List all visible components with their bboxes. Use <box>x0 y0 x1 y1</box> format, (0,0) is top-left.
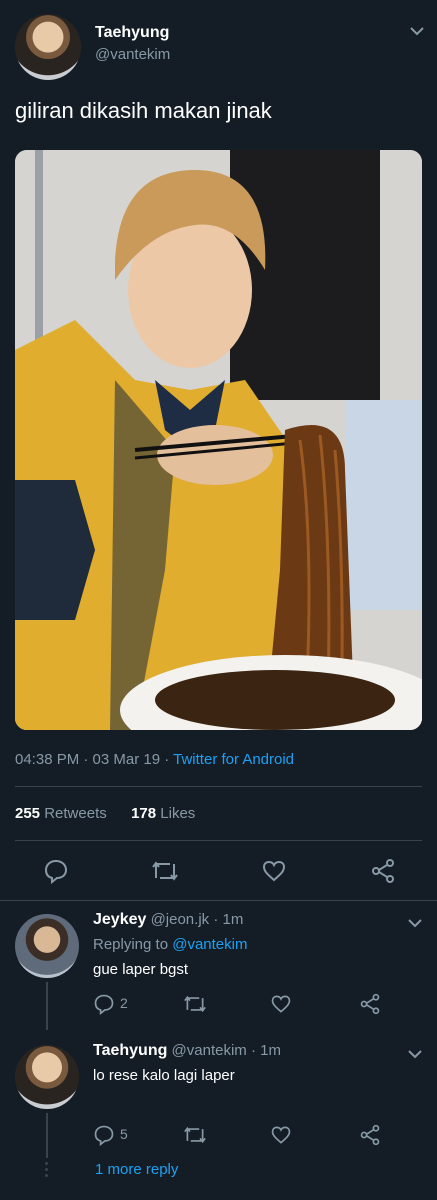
author-handle[interactable]: @vantekim <box>95 46 170 63</box>
reply-header: Taehyung @vantekim · 1m <box>93 1042 281 1060</box>
like-icon[interactable] <box>261 858 287 884</box>
author-name[interactable]: Taehyung <box>95 24 169 42</box>
photo-illustration <box>15 150 422 730</box>
thread-line <box>46 982 48 1030</box>
retweet-icon[interactable] <box>182 1124 208 1146</box>
divider <box>15 840 422 841</box>
thread-line <box>46 1113 48 1158</box>
share-icon[interactable] <box>359 993 381 1015</box>
divider <box>0 900 437 901</box>
reply-count: 2 <box>120 995 128 1011</box>
divider <box>15 786 422 787</box>
tweet-source-link[interactable]: Twitter for Android <box>173 751 294 768</box>
reply-header: Jeykey @jeon.jk · 1m <box>93 911 243 929</box>
reply-count: 5 <box>120 1126 128 1142</box>
tweet-timestamp: 04:38 PM · 03 Mar 19 · Twitter for Andro… <box>15 751 294 768</box>
reply-icon[interactable] <box>93 1124 115 1146</box>
replying-prefix: Replying to <box>93 936 173 953</box>
like-icon[interactable] <box>270 993 292 1015</box>
reply-avatar[interactable] <box>15 1045 79 1109</box>
retweet-icon[interactable] <box>150 858 180 884</box>
chevron-down-icon[interactable] <box>408 24 426 38</box>
chevron-down-icon[interactable] <box>406 916 424 930</box>
likes-stat[interactable]: 178 Likes <box>131 805 195 822</box>
reply-text: gue laper bgst <box>93 961 189 978</box>
share-icon[interactable] <box>370 858 396 884</box>
reply-icon[interactable] <box>43 858 69 884</box>
reply-icon[interactable] <box>93 993 115 1015</box>
more-replies-link[interactable]: 1 more reply <box>95 1161 178 1178</box>
tweet-photo[interactable] <box>15 150 422 730</box>
retweet-icon[interactable] <box>182 993 208 1015</box>
retweets-label: Retweets <box>44 805 107 822</box>
chevron-down-icon[interactable] <box>406 1047 424 1061</box>
reply-author-name[interactable]: Taehyung <box>93 1042 167 1059</box>
reply-author-handle[interactable]: @jeon.jk · 1m <box>151 911 244 928</box>
reply-author-name[interactable]: Jeykey <box>93 911 146 928</box>
retweets-stat[interactable]: 255 Retweets <box>15 805 107 822</box>
tweet-text: giliran dikasih makan jinak <box>15 98 272 123</box>
thread-dots <box>45 1162 49 1177</box>
share-icon[interactable] <box>359 1124 381 1146</box>
tweet-stats: 255 Retweets 178 Likes <box>15 805 195 822</box>
reply-avatar[interactable] <box>15 914 79 978</box>
reply-author-handle[interactable]: @vantekim · 1m <box>172 1042 281 1059</box>
retweets-count: 255 <box>15 805 41 822</box>
reply-text: lo rese kalo lagi laper <box>93 1067 235 1084</box>
like-icon[interactable] <box>270 1124 292 1146</box>
replying-to-handle[interactable]: @vantekim <box>172 936 247 953</box>
likes-label: Likes <box>160 805 196 822</box>
author-avatar[interactable] <box>15 14 81 80</box>
timestamp-text: 04:38 PM · 03 Mar 19 · <box>15 751 174 768</box>
likes-count: 178 <box>131 805 157 822</box>
replying-to: Replying to @vantekim <box>93 936 247 953</box>
